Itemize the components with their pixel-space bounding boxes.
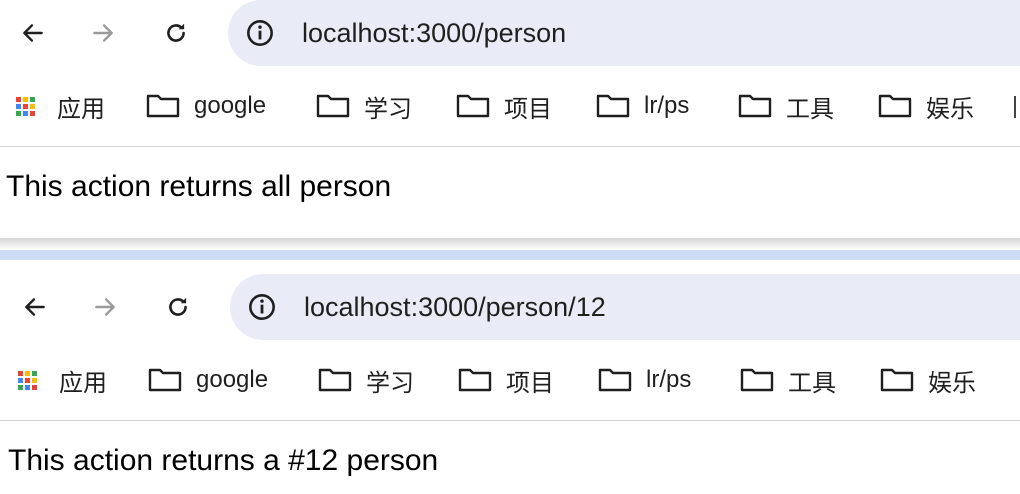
bookmark-label: 项目 [506, 369, 554, 397]
bookmark-label: 项目 [504, 95, 552, 123]
bookmark-label: 娱乐 [926, 95, 974, 123]
bookmark-folder-entertainment[interactable]: 娱乐 [880, 351, 976, 409]
toolbar-separator [0, 420, 1020, 421]
bookmark-label: 学习 [364, 95, 412, 123]
site-info-button[interactable] [247, 292, 277, 322]
arrow-left-icon [23, 24, 43, 42]
bookmark-folder-tools[interactable]: 工具 [738, 77, 834, 135]
browser-window-2: localhost:3000/person/12 应用 google 学习 项目… [0, 260, 1020, 494]
apps-grid-icon [18, 370, 37, 390]
folder-icon [596, 94, 630, 118]
page-body-text: This action returns all person [6, 170, 392, 203]
bookmark-folder-study[interactable]: 学习 [318, 351, 414, 409]
bookmark-folder-tools[interactable]: 工具 [740, 351, 836, 409]
folder-icon [146, 94, 180, 118]
info-icon [247, 20, 273, 46]
bookmark-folder-google[interactable]: google [146, 77, 266, 135]
browser-window-1: localhost:3000/person 应用 google 学习 项目 lr… [0, 0, 1020, 238]
bookmark-folder-projects[interactable]: 项目 [456, 77, 552, 135]
bookmark-folder-entertainment[interactable]: 娱乐 [878, 77, 974, 135]
url-text: localhost:3000/person [302, 18, 567, 48]
bookmarks-bar: 应用 google 学习 项目 lr/ps 工具 娱乐 [0, 77, 1020, 135]
screenshot-divider-shadow [0, 238, 1020, 250]
bookmark-folder-google[interactable]: google [148, 351, 268, 409]
bookmark-label: google [194, 92, 267, 119]
bookmark-overflow-edge [1014, 96, 1020, 118]
reload-icon [169, 297, 187, 316]
forward-button[interactable] [83, 13, 123, 53]
back-button[interactable] [13, 13, 53, 53]
folder-icon [458, 368, 492, 392]
reload-button[interactable] [158, 287, 198, 327]
folder-icon [878, 94, 912, 118]
bookmark-label: 娱乐 [928, 369, 976, 397]
bookmark-apps[interactable]: 应用 [16, 77, 105, 135]
bookmark-label: 工具 [788, 369, 836, 397]
bookmark-label: 工具 [786, 95, 834, 123]
folder-icon [740, 368, 774, 392]
url-text: localhost:3000/person/12 [304, 292, 606, 322]
info-icon [249, 294, 275, 320]
browser-toolbar: localhost:3000/person [0, 0, 1020, 66]
page-body-text: This action returns a #12 person [8, 444, 439, 477]
address-bar[interactable]: localhost:3000/person/12 [230, 274, 1020, 340]
folder-icon [316, 94, 350, 118]
bookmark-apps[interactable]: 应用 [18, 351, 107, 409]
folder-icon [598, 368, 632, 392]
reload-button[interactable] [156, 13, 196, 53]
bookmark-label: lr/ps [644, 92, 690, 119]
address-bar[interactable]: localhost:3000/person [228, 0, 1020, 66]
folder-icon [318, 368, 352, 392]
bookmark-folder-study[interactable]: 学习 [316, 77, 412, 135]
bookmark-folder-lrps[interactable]: lr/ps [598, 351, 691, 409]
arrow-left-icon [25, 298, 45, 316]
forward-button[interactable] [85, 287, 125, 327]
browser-toolbar: localhost:3000/person/12 [0, 274, 1020, 340]
bookmark-label: google [196, 366, 269, 393]
bookmark-label: lr/ps [646, 366, 692, 393]
site-info-button[interactable] [245, 18, 275, 48]
bookmark-folder-lrps[interactable]: lr/ps [596, 77, 689, 135]
reload-icon [167, 23, 185, 42]
arrow-right-icon [95, 298, 115, 316]
bookmarks-bar: 应用 google 学习 项目 lr/ps 工具 娱乐 [0, 351, 1020, 409]
bookmark-label: 应用 [59, 369, 107, 397]
bookmark-label: 应用 [57, 95, 105, 123]
folder-icon [456, 94, 490, 118]
bookmark-folder-projects[interactable]: 项目 [458, 351, 554, 409]
back-button[interactable] [15, 287, 55, 327]
apps-grid-icon [16, 96, 35, 116]
folder-icon [738, 94, 772, 118]
screenshot-divider-tabstrip [0, 250, 1020, 260]
arrow-right-icon [93, 24, 113, 42]
folder-icon [148, 368, 182, 392]
toolbar-separator [0, 146, 1020, 147]
folder-icon [880, 368, 914, 392]
bookmark-label: 学习 [366, 369, 414, 397]
